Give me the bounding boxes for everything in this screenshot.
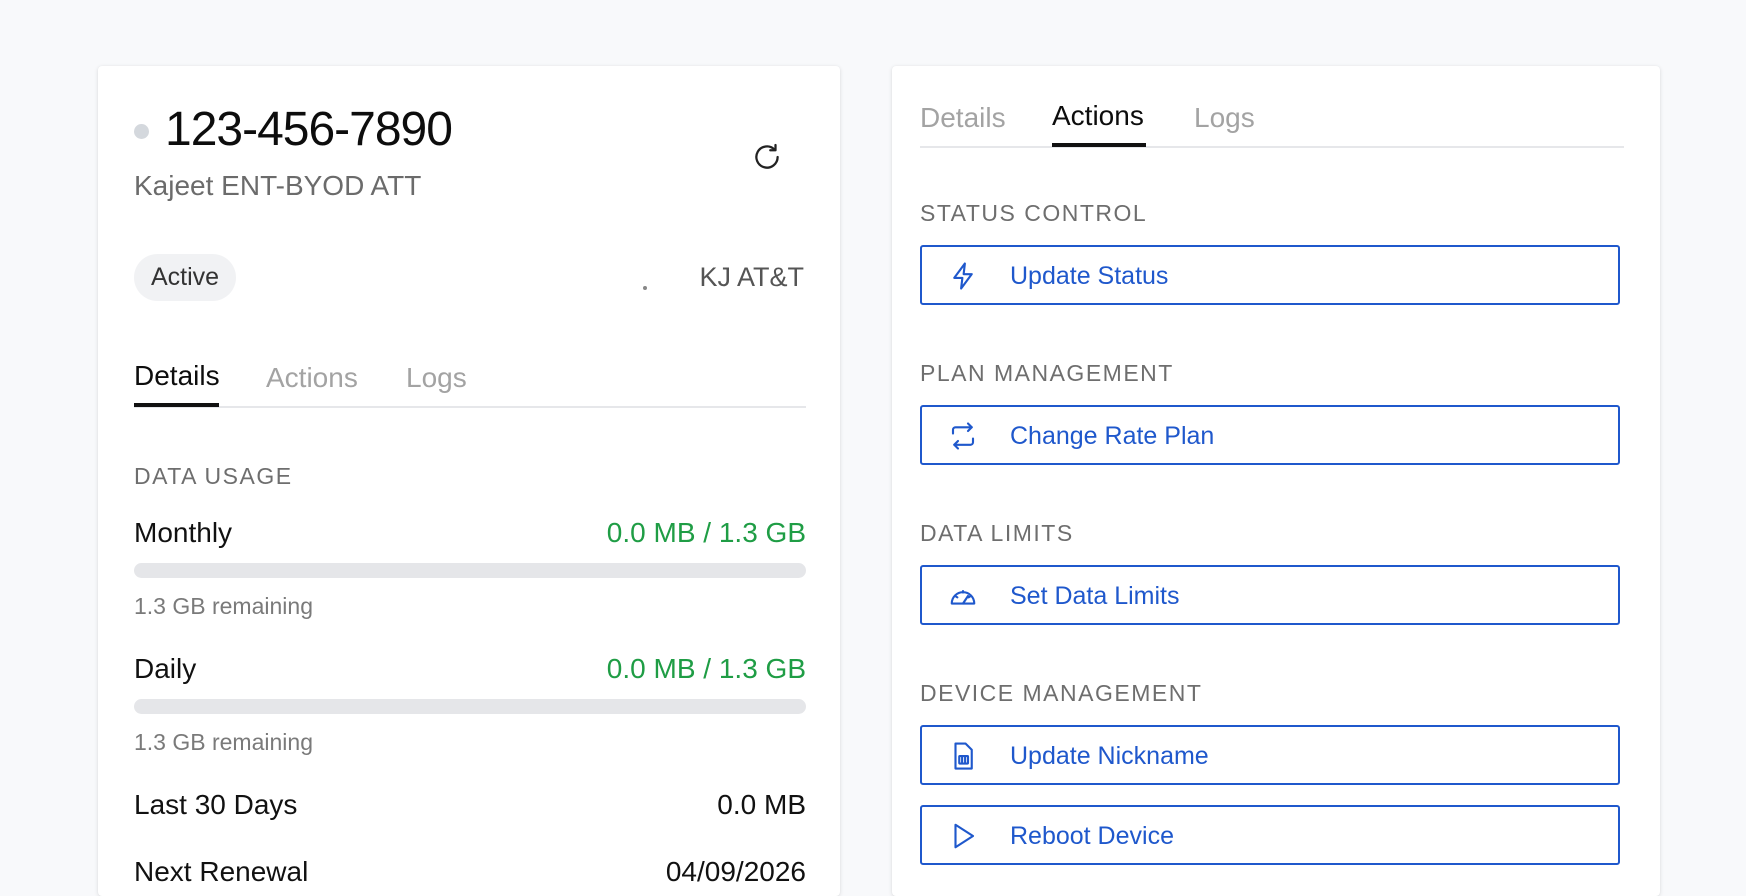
reboot-device-label: Reboot Device xyxy=(1010,822,1174,850)
change-rate-plan-button[interactable]: Change Rate Plan xyxy=(920,405,1620,465)
data-usage-heading: DATA USAGE xyxy=(134,463,293,489)
daily-remaining: 1.3 GB remaining xyxy=(134,729,313,755)
active-tab-underline xyxy=(1052,143,1146,147)
play-icon xyxy=(954,823,975,849)
set-data-limits-button[interactable]: Set Data Limits xyxy=(920,565,1620,625)
change-rate-plan-label: Change Rate Plan xyxy=(1010,422,1215,450)
tab-logs[interactable]: Logs xyxy=(406,362,467,394)
last-30-days-value: 0.0 MB xyxy=(717,789,806,820)
status-control-heading: STATUS CONTROL xyxy=(920,200,1148,226)
tab-logs[interactable]: Logs xyxy=(1194,102,1255,134)
monthly-label: Monthly xyxy=(134,517,233,548)
device-management-heading: DEVICE MANAGEMENT xyxy=(920,680,1203,706)
swap-icon xyxy=(951,422,975,450)
status-badge: Active xyxy=(134,254,237,301)
active-tab-underline xyxy=(134,403,219,407)
update-nickname-label: Update Nickname xyxy=(1010,742,1209,770)
refresh-icon[interactable] xyxy=(750,140,784,174)
monthly-remaining: 1.3 GB remaining xyxy=(134,593,313,619)
tab-details[interactable]: Details xyxy=(134,360,220,392)
device-details-card: 123-456-7890 Kajeet ENT-BYOD ATT Active … xyxy=(98,66,840,896)
plan-management-heading: PLAN MANAGEMENT xyxy=(920,360,1174,386)
daily-label: Daily xyxy=(134,653,197,684)
daily-usage-value: 0.0 MB / 1.3 GB xyxy=(606,653,806,684)
reboot-device-button[interactable]: Reboot Device xyxy=(920,805,1620,865)
left-tab-bar: Details Actions Logs xyxy=(134,360,806,408)
set-data-limits-label: Set Data Limits xyxy=(1010,582,1180,610)
monthly-usage-value: 0.0 MB / 1.3 GB xyxy=(606,517,806,548)
monthly-usage-bar xyxy=(134,563,806,578)
tab-actions[interactable]: Actions xyxy=(266,362,358,394)
next-renewal-label: Next Renewal xyxy=(134,856,309,887)
sim-card-icon xyxy=(954,742,973,770)
phone-number: 123-456-7890 xyxy=(165,103,453,156)
status-indicator-dot xyxy=(134,124,149,139)
last-30-days-label: Last 30 Days xyxy=(134,789,298,820)
bolt-icon xyxy=(953,262,973,290)
right-tab-bar: Details Actions Logs xyxy=(920,100,1624,148)
gauge-icon xyxy=(950,589,976,605)
plan-name: Kajeet ENT-BYOD ATT xyxy=(134,170,422,201)
carrier-name: KJ AT&T xyxy=(699,262,804,292)
device-actions-card: Details Actions Logs STATUS CONTROL Upda… xyxy=(892,66,1660,896)
tab-details[interactable]: Details xyxy=(920,102,1006,134)
update-nickname-button[interactable]: Update Nickname xyxy=(920,725,1620,785)
update-status-label: Update Status xyxy=(1010,262,1169,290)
tab-actions[interactable]: Actions xyxy=(1052,100,1144,132)
data-limits-heading: DATA LIMITS xyxy=(920,520,1074,546)
next-renewal-value: 04/09/2026 xyxy=(665,856,806,887)
daily-usage-bar xyxy=(134,699,806,714)
update-status-button[interactable]: Update Status xyxy=(920,245,1620,305)
carrier-dot xyxy=(643,286,647,290)
